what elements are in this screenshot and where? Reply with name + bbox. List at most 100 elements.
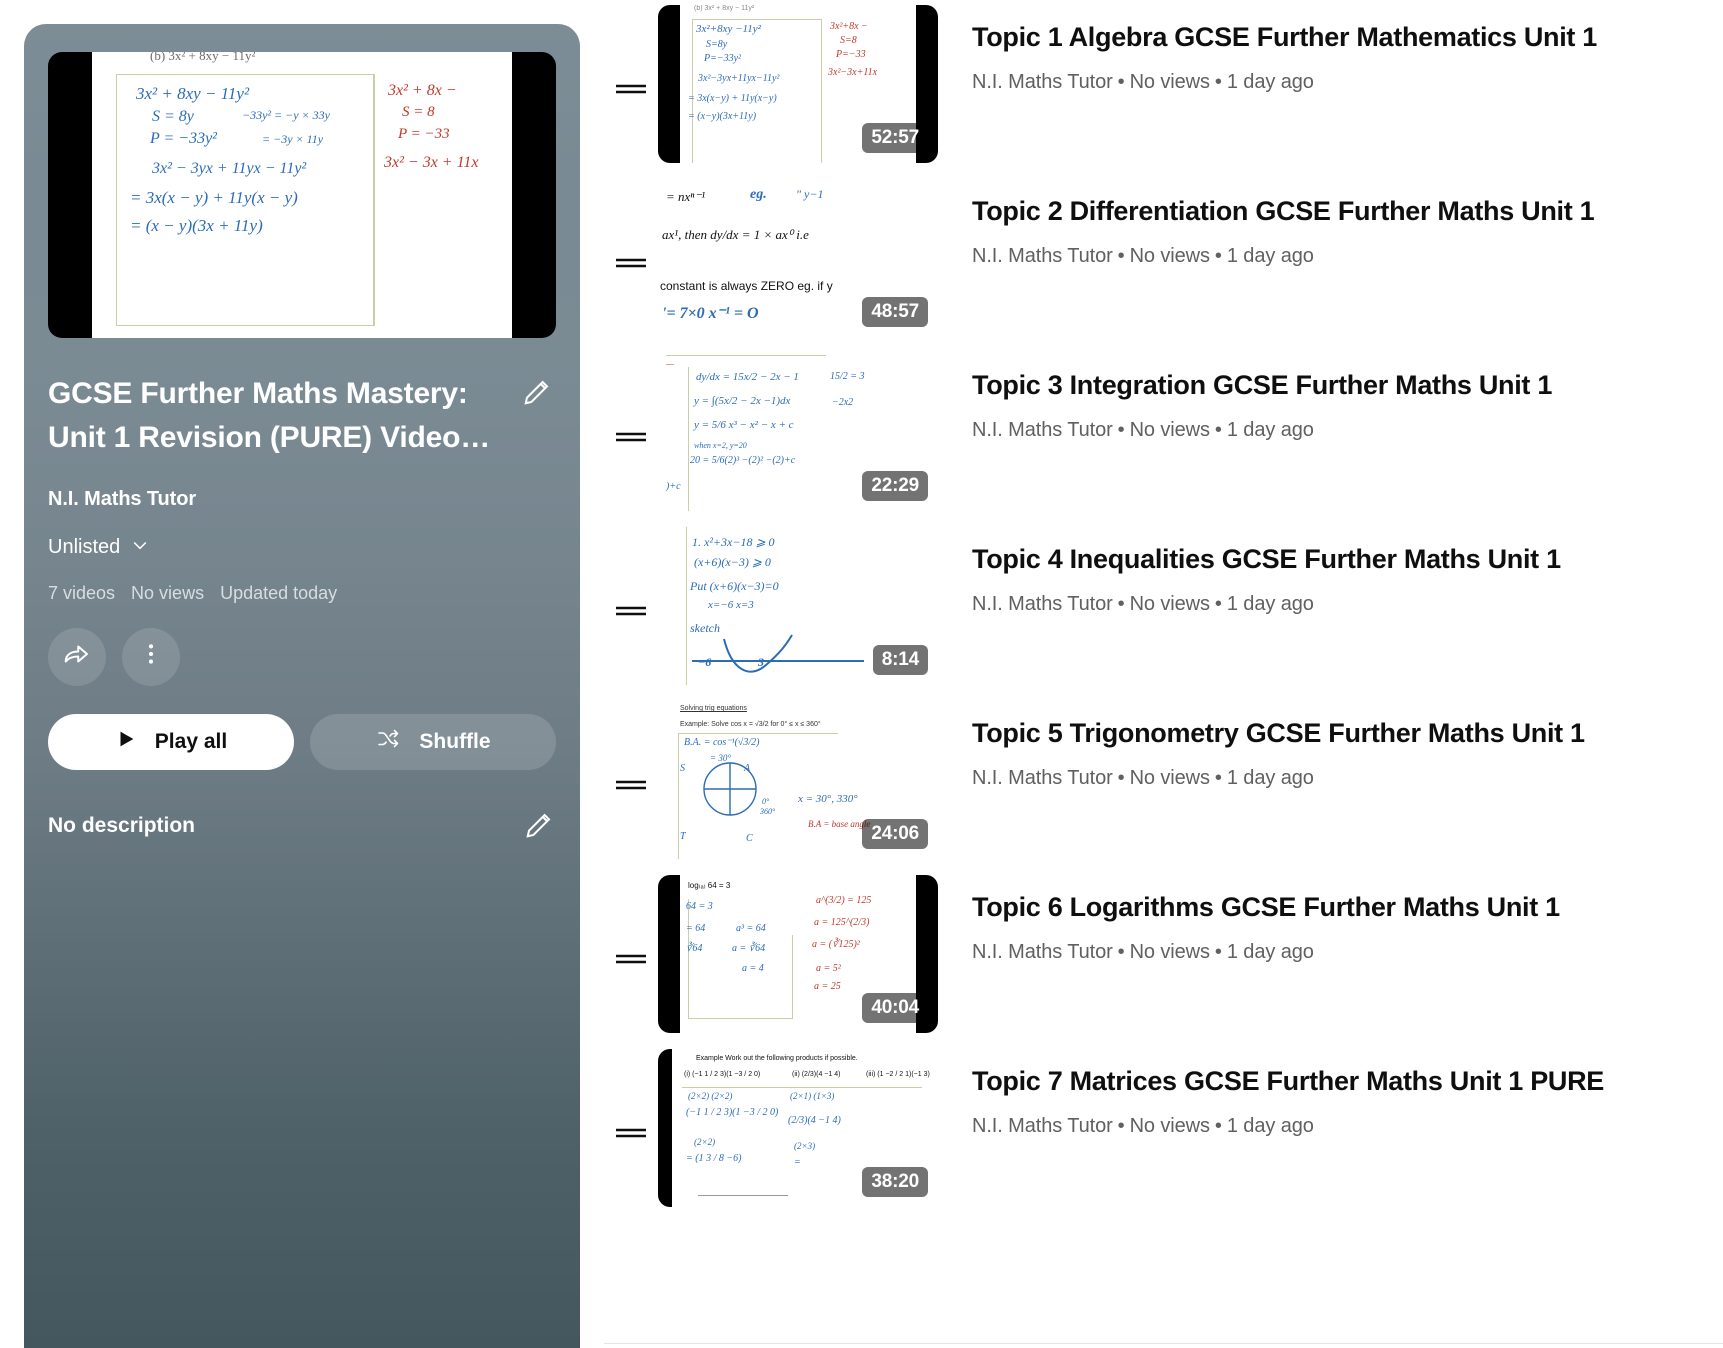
video-thumbnail[interactable]: — dy/dx = 15x/2 − 2x − 1 y = ∫(5x/2 − 2x…	[658, 353, 938, 511]
playlist-title-block: GCSE Further Maths Mastery: Unit 1 Revis…	[48, 372, 556, 460]
pencil-icon[interactable]	[522, 376, 552, 406]
video-channel: N.I. Maths Tutor	[972, 245, 1113, 268]
video-thumbnail[interactable]: = nxⁿ⁻¹ eg. " y−1 ax¹, then dy/dx = 1 × …	[658, 179, 938, 337]
more-options-button[interactable]	[122, 627, 180, 686]
video-thumbnail[interactable]: (b) 3x² + 8xy − 11y² 3x²+8xy −11y² S=8y …	[658, 5, 938, 163]
playlist-description-block: No description	[48, 813, 556, 838]
hero-line-3: P = −33y²	[150, 130, 217, 147]
video-meta: Topic 2 Differentiation GCSE Further Mat…	[938, 176, 1723, 268]
thumb-line-2: (ii) (2/3)(4 −1 4)	[792, 1071, 841, 1078]
video-subtitle: N.I. Maths Tutor • No views • 1 day ago	[972, 1115, 1314, 1138]
shuffle-button[interactable]: Shuffle	[310, 713, 556, 770]
pencil-icon[interactable]	[524, 810, 554, 840]
table-row[interactable]: Example Work out the following products …	[604, 1046, 1723, 1220]
video-title[interactable]: Topic 6 Logarithms GCSE Further Maths Un…	[972, 890, 1723, 925]
thumb-line-7: a = 4	[742, 963, 764, 974]
drag-handle-icon[interactable]	[614, 2, 658, 176]
playlist-page: (b) 3x² + 8xy − 11y² 3x² + 8xy − 11y² S …	[0, 0, 1723, 1348]
thumb-line-5: 20 = 5/6(2)³ −(2)² −(2)+c	[690, 455, 796, 466]
visibility-dropdown[interactable]: Unlisted	[48, 535, 556, 561]
video-title[interactable]: Topic 2 Differentiation GCSE Further Mat…	[972, 194, 1723, 229]
thumb-line-5: T	[680, 831, 686, 842]
video-thumbnail[interactable]: Solving trig equations Example: Solve co…	[658, 701, 938, 859]
thumb-line-6: 15/2 = 3	[830, 371, 865, 382]
video-views: No views	[1129, 71, 1210, 94]
playlist-card: (b) 3x² + 8xy − 11y² 3x² + 8xy − 11y² S …	[24, 24, 580, 1348]
hero-line-1: 3x² + 8xy − 11y²	[136, 84, 250, 103]
table-row[interactable]: 1. x²+3x−18 ⩾ 0 (x+6)(x−3) ⩾ 0 Put (x+6)…	[604, 524, 1723, 698]
thumb-line-1: log₍ₐ₎ 64 = 3	[688, 881, 731, 890]
playlist-video-list: (b) 3x² + 8xy − 11y² 3x²+8xy −11y² S=8 y …	[604, 0, 1723, 1348]
video-views: No views	[1129, 941, 1210, 964]
video-title[interactable]: Topic 5 Trigonometry GCSE Further Maths …	[972, 716, 1723, 751]
table-row[interactable]: (b) 3x² + 8xy − 11y² 3x²+8xy −11y² S=8y …	[604, 2, 1723, 176]
thumb-line-3: Put (x+6)(x−3)=0	[690, 579, 779, 593]
video-duration: 24:06	[862, 819, 928, 849]
video-title[interactable]: Topic 1 Algebra GCSE Further Mathematics…	[972, 20, 1723, 55]
play-icon	[115, 728, 137, 756]
share-button[interactable]	[48, 627, 106, 686]
video-duration: 38:20	[862, 1167, 928, 1197]
video-meta: Topic 3 Integration GCSE Further Maths U…	[938, 350, 1723, 442]
hero-line-6: 3x² − 3yx + 11yx − 11y²	[152, 160, 307, 177]
drag-handle-icon[interactable]	[614, 524, 658, 698]
thumb-line-5: (2×1) (1×3)	[790, 1091, 835, 1101]
drag-handle-icon[interactable]	[614, 350, 658, 524]
hero-line-2: S = 8y	[152, 108, 194, 125]
playlist-description: No description	[48, 813, 196, 837]
video-thumbnail[interactable]: Example Work out the following products …	[658, 1049, 938, 1207]
play-all-label: Play all	[154, 729, 228, 753]
table-row[interactable]: Solving trig equations Example: Solve co…	[604, 698, 1723, 872]
thumb-line-1: (i) (−1 1 / 2 3)(1 −3 / 2 0)	[684, 1071, 761, 1078]
video-views: No views	[1129, 1115, 1210, 1138]
video-age: 1 day ago	[1226, 1115, 1314, 1138]
thumb-line-hdr: (b) 3x² + 8xy − 11y²	[694, 5, 755, 12]
thumb-line-4: ax¹, then dy/dx = 1 × ax⁰ i.e	[662, 227, 809, 242]
thumb-line-11: =	[794, 1157, 801, 1168]
video-count: 7 videos	[48, 582, 116, 603]
playlist-channel[interactable]: N.I. Maths Tutor	[48, 488, 556, 511]
thumb-red-1: 3x²+8x −	[830, 21, 868, 32]
share-icon	[62, 639, 92, 674]
drag-handle-icon[interactable]	[614, 1046, 658, 1220]
drag-handle-icon[interactable]	[614, 698, 658, 872]
thumb-line-6: '= 7×0 x⁻¹ = O	[662, 305, 759, 322]
video-views: No views	[1129, 593, 1210, 616]
video-title[interactable]: Topic 4 Inequalities GCSE Further Maths …	[972, 542, 1723, 577]
hero-line-7: = 3x(x − y) + 11y(x − y)	[130, 188, 298, 207]
video-age: 1 day ago	[1226, 767, 1314, 790]
playlist-stats: 7 videos No views Updated today	[48, 583, 556, 604]
video-thumbnail[interactable]: 1. x²+3x−18 ⩾ 0 (x+6)(x−3) ⩾ 0 Put (x+6)…	[658, 527, 938, 685]
hero-side-4: 3x² − 3x + 11x	[384, 154, 479, 171]
hero-side-3: P = −33	[398, 126, 450, 142]
video-subtitle: N.I. Maths Tutor • No views • 1 day ago	[972, 767, 1314, 790]
thumb-line-3: (iii) (1 −2 / 2 1)(−1 3)	[866, 1071, 930, 1078]
playlist-hero-thumbnail[interactable]: (b) 3x² + 8xy − 11y² 3x² + 8xy − 11y² S …	[48, 52, 556, 338]
hero-header-text: (b) 3x² + 8xy − 11y²	[150, 52, 256, 63]
drag-handle-icon[interactable]	[614, 872, 658, 1046]
video-views: No views	[1129, 419, 1210, 442]
thumb-line-8: = (1 3 / 8 −6)	[686, 1153, 742, 1164]
table-row[interactable]: — dy/dx = 15x/2 − 2x − 1 y = ∫(5x/2 − 2x…	[604, 350, 1723, 524]
video-thumbnail[interactable]: log₍ₐ₎ 64 = 3 64 = 3 = 64 ∛64 a³ = 64 a …	[658, 875, 938, 1033]
table-row[interactable]: log₍ₐ₎ 64 = 3 64 = 3 = 64 ∛64 a³ = 64 a …	[604, 872, 1723, 1046]
thumb-line-1: B.A. = cos⁻¹(√3/2)	[684, 737, 760, 748]
drag-handle-icon[interactable]	[614, 176, 658, 350]
play-all-button[interactable]: Play all	[48, 713, 294, 770]
video-subtitle: N.I. Maths Tutor • No views • 1 day ago	[972, 593, 1314, 616]
table-row[interactable]: = nxⁿ⁻¹ eg. " y−1 ax¹, then dy/dx = 1 × …	[604, 176, 1723, 350]
thumb-line-4: when x=2, y=20	[694, 441, 747, 450]
thumb-line-3: = 64	[686, 923, 706, 934]
video-meta: Topic 5 Trigonometry GCSE Further Maths …	[938, 698, 1723, 790]
thumb-line-6: = (x−y)(3x+11y)	[688, 111, 757, 122]
thumb-heading: Solving trig equations	[680, 705, 747, 712]
thumb-red-5: a = 25	[814, 981, 841, 992]
video-title[interactable]: Topic 7 Matrices GCSE Further Maths Unit…	[972, 1064, 1723, 1099]
thumb-line-2: S=8y	[706, 39, 728, 50]
thumb-red-2: a = 125^(2/3)	[814, 917, 870, 928]
thumb-line-5: a³ = 64	[736, 923, 766, 934]
video-title[interactable]: Topic 3 Integration GCSE Further Maths U…	[972, 368, 1723, 403]
thumb-heading: Example Work out the following products …	[696, 1055, 858, 1062]
video-subtitle: N.I. Maths Tutor • No views • 1 day ago	[972, 419, 1314, 442]
thumb-line-1: = nxⁿ⁻¹	[666, 189, 706, 204]
